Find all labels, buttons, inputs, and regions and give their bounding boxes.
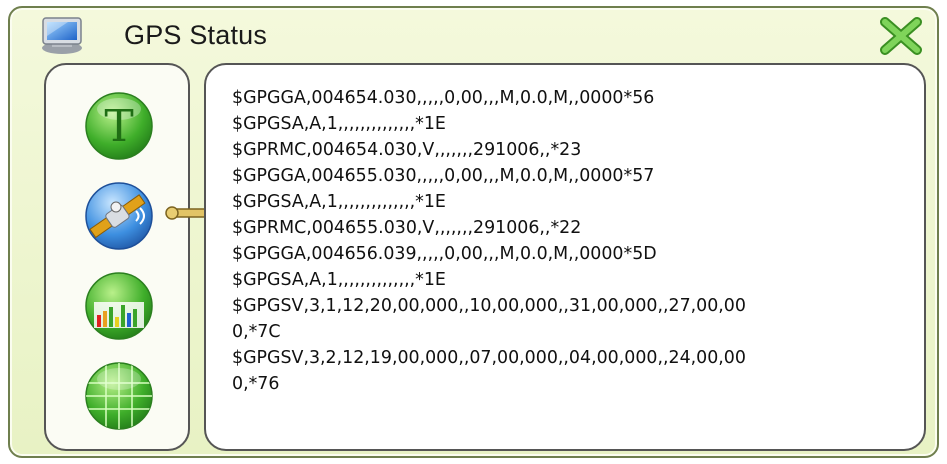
close-x-icon [880,17,922,55]
nmea-line: $GPGSV,3,1,12,20,00,000,,10,00,000,,31,0… [232,296,746,316]
satellite-icon [85,182,153,250]
satellite-view-button[interactable] [76,177,162,255]
view-selector-panel: T [44,63,190,451]
bar-chart-icon [85,272,153,340]
nmea-line: $GPRMC,004654.030,V,,,,,,,291006,,*23 [232,140,582,160]
computer-icon [38,14,86,56]
gps-status-window: GPS Status T $GPGGA,004654.030,,,,,0,00,… [8,6,939,458]
nmea-line: $GPGSA,A,1,,,,,,,,,,,,,,*1E [232,192,446,212]
nmea-line: $GPGSA,A,1,,,,,,,,,,,,,,*1E [232,114,446,134]
nmea-line: $GPGGA,004655.030,,,,,0,00,,,M,0.0,M,,00… [232,166,655,186]
nmea-line: $GPGGA,004654.030,,,,,0,00,,,M,0.0,M,,00… [232,88,655,108]
close-button[interactable] [879,16,923,56]
globe-grid-view-button[interactable] [76,357,162,435]
window-title: GPS Status [124,20,268,50]
nmea-line: $GPGSA,A,1,,,,,,,,,,,,,,*1E [232,270,446,290]
signal-chart-view-button[interactable] [76,267,162,345]
globe-grid-icon [85,362,153,430]
title-bar: GPS Status [10,8,937,60]
letter-t-icon: T [85,92,153,160]
nmea-line: $GPRMC,004655.030,V,,,,,,,291006,,*22 [232,218,582,238]
nmea-line: 0,*76 [232,374,280,394]
nmea-output-panel[interactable]: $GPGGA,004654.030,,,,,0,00,,,M,0.0,M,,00… [204,63,926,451]
nmea-line: 0,*7C [232,322,281,342]
t-glyph: T [104,101,133,152]
text-view-button[interactable]: T [76,87,162,165]
nmea-log: $GPGGA,004654.030,,,,,0,00,,,M,0.0,M,,00… [232,85,912,397]
nmea-line: $GPGSV,3,2,12,19,00,000,,07,00,000,,04,0… [232,348,746,368]
nmea-line: $GPGGA,004656.039,,,,,0,00,,,M,0.0,M,,00… [232,244,657,264]
